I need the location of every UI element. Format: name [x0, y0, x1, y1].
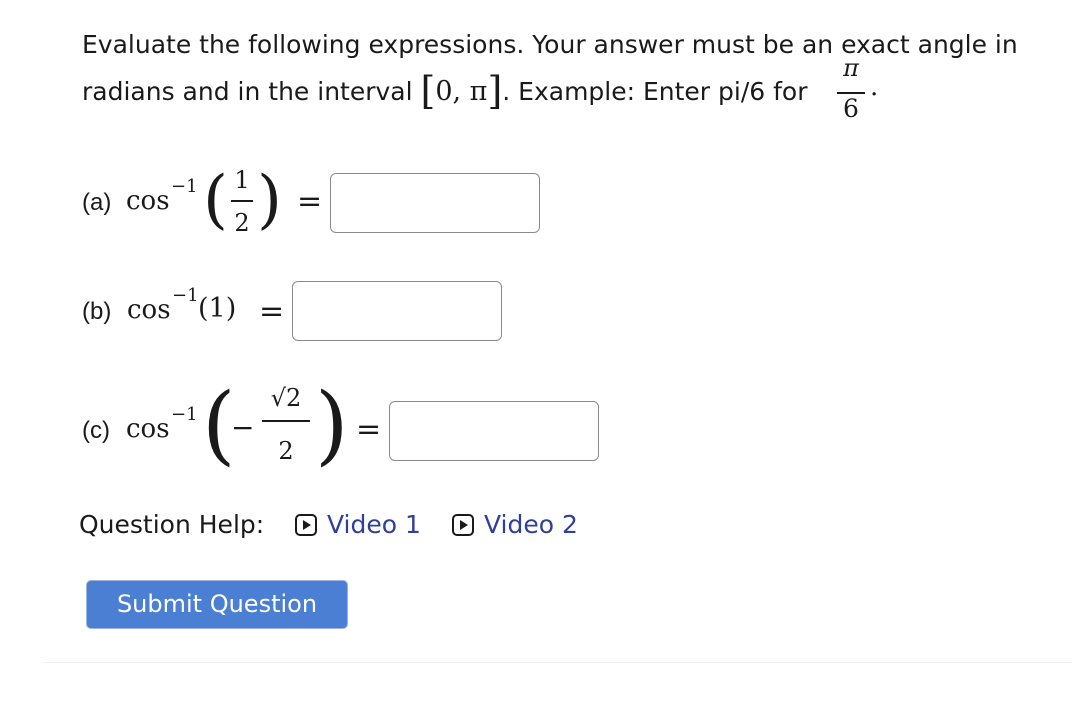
part-c-equals: = [356, 412, 382, 447]
instructions-line-1: Evaluate the following expressions. Your… [82, 30, 1018, 59]
part-b-argument: (1) [198, 293, 237, 324]
part-c-minus-sign: − [231, 411, 255, 444]
part-c-label: (c) [82, 417, 110, 444]
part-c-right-paren: ) [315, 375, 349, 475]
video-2-link[interactable]: Video 2 [452, 510, 578, 539]
example-numerator: π [843, 54, 859, 82]
video-2-label: Video 2 [484, 510, 578, 539]
part-a-answer-input[interactable] [330, 173, 540, 233]
part-a-exponent: −1 [171, 176, 198, 197]
part-b-label: (b) [82, 298, 112, 325]
instructions-text: radians and in the interval [82, 77, 413, 106]
part-c-fraction-bar [262, 420, 310, 422]
example-text: . Example: Enter pi/6 for [502, 77, 808, 106]
question-help-label: Question Help: [79, 510, 265, 539]
submit-question-button[interactable]: Submit Question [86, 580, 348, 629]
video-1-label: Video 1 [327, 510, 421, 539]
part-c-numerator: √2 [270, 384, 302, 412]
interval-open-bracket: [ [420, 69, 436, 113]
part-b-equals: = [259, 294, 285, 329]
play-video-icon [452, 513, 474, 536]
interval-body: 0, π [435, 76, 488, 107]
part-a-function: cos [126, 186, 170, 216]
part-b-answer-input[interactable] [292, 281, 502, 341]
instructions-line-2: radians and in the interval [0, π]. Exam… [82, 72, 808, 110]
example-period: . [870, 72, 879, 102]
video-1-link[interactable]: Video 1 [295, 510, 421, 539]
part-a-fraction-bar [231, 200, 253, 202]
part-a-denominator: 2 [234, 209, 250, 237]
part-b-exponent: −1 [172, 285, 199, 306]
divider [42, 662, 1072, 663]
part-a-left-paren: ( [203, 163, 228, 237]
part-c-denominator: 2 [278, 437, 294, 465]
part-a-right-paren: ) [257, 163, 282, 237]
part-b-function: cos [127, 295, 171, 325]
part-a-numerator: 1 [234, 166, 250, 194]
example-denominator: 6 [843, 94, 859, 123]
part-c-exponent: −1 [171, 404, 198, 425]
part-c-answer-input[interactable] [389, 401, 599, 461]
part-a-label: (a) [82, 189, 112, 216]
play-video-icon [295, 513, 317, 536]
part-a-equals: = [297, 184, 323, 219]
part-c-function: cos [126, 414, 170, 444]
interval-close-bracket: ] [487, 69, 503, 113]
